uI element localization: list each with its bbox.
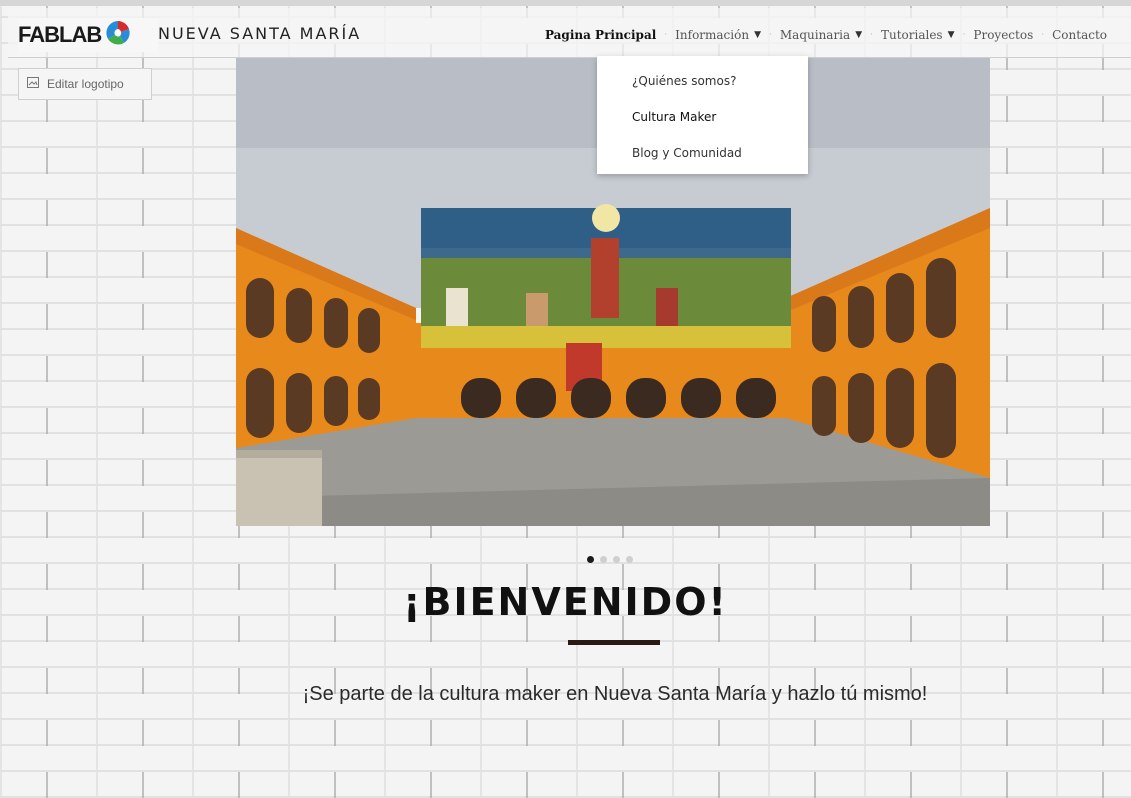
dropdown-item-cultura-maker[interactable]: Cultura Maker bbox=[597, 104, 808, 140]
top-border bbox=[0, 0, 1131, 6]
slider-dot[interactable] bbox=[587, 556, 594, 563]
heading-underline bbox=[568, 640, 660, 645]
site-logo[interactable]: FABLAB bbox=[18, 18, 158, 52]
nav-item-label: Proyectos bbox=[973, 28, 1034, 42]
hero-subtitle: ¡Se parte de la cultura maker en Nueva S… bbox=[302, 683, 928, 705]
nav-item-proyectos[interactable]: Proyectos bbox=[965, 28, 1041, 42]
slider-dot[interactable] bbox=[626, 556, 633, 563]
informacion-dropdown-menu: ¿Quiénes somos? Cultura Maker Blog y Com… bbox=[597, 56, 808, 174]
nav-item-label: Pagina Principal bbox=[544, 28, 657, 42]
site-name[interactable]: NUEVA SANTA MARÍA bbox=[158, 24, 361, 43]
nav-item-label: Contacto bbox=[1052, 28, 1107, 42]
edit-logo-button[interactable]: Editar logotipo bbox=[18, 68, 152, 100]
chevron-down-icon: ▼ bbox=[754, 30, 761, 40]
slider-dot[interactable] bbox=[613, 556, 620, 563]
edit-logo-label: Editar logotipo bbox=[47, 77, 124, 91]
fablab-logo-icon bbox=[105, 20, 131, 51]
chevron-down-icon: ▼ bbox=[947, 30, 955, 40]
image-icon bbox=[27, 77, 39, 91]
nav-item-label: Maquinaria bbox=[779, 28, 851, 42]
main-nav: Pagina Principal · Información ▼ · Maqui… bbox=[537, 28, 1115, 42]
nav-item-informacion[interactable]: Información ▼ bbox=[667, 28, 769, 42]
logo-text: FABLAB bbox=[18, 22, 102, 47]
chevron-down-icon: ▼ bbox=[855, 30, 863, 40]
nav-item-label: Información bbox=[675, 28, 750, 42]
welcome-heading: ¡BIENVENIDO! bbox=[403, 580, 728, 624]
nav-item-pagina-principal[interactable]: Pagina Principal bbox=[537, 28, 664, 42]
nav-item-maquinaria[interactable]: Maquinaria ▼ bbox=[772, 28, 870, 42]
nav-item-contacto[interactable]: Contacto bbox=[1044, 28, 1115, 42]
slider-dot[interactable] bbox=[600, 556, 607, 563]
site-header: FABLAB NUEVA SANTA MARÍA Pagina Principa… bbox=[8, 8, 1131, 58]
slider-dots bbox=[587, 556, 633, 563]
dropdown-item-blog-comunidad[interactable]: Blog y Comunidad bbox=[597, 140, 808, 176]
nav-item-tutoriales[interactable]: Tutoriales ▼ bbox=[873, 28, 963, 42]
nav-item-label: Tutoriales bbox=[880, 28, 943, 42]
dropdown-item-quienes-somos[interactable]: ¿Quiénes somos? bbox=[597, 68, 808, 104]
